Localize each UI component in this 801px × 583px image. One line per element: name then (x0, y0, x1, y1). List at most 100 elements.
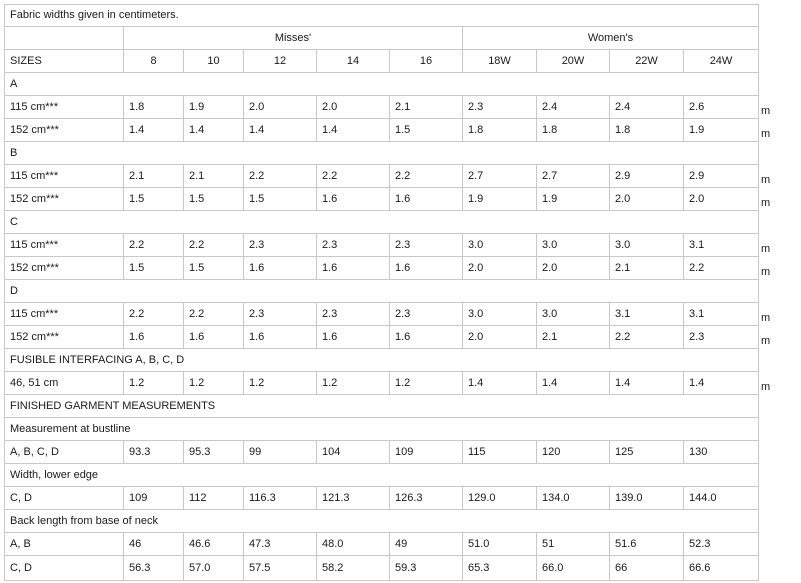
table-cell: 120 (537, 441, 610, 464)
table-cell: 3.0 (537, 234, 610, 257)
table-cell: 2.0 (610, 188, 684, 211)
table-cell: 1.8 (610, 119, 684, 142)
table-cell: 58.2 (317, 556, 390, 581)
table-cell: 121.3 (317, 487, 390, 510)
table-cell: 125 (610, 441, 684, 464)
table-cell: 1.2 (390, 372, 463, 395)
table-cell: 1.6 (317, 257, 390, 280)
table-cell: 51 (537, 533, 610, 556)
table-cell: 66.6 (684, 556, 759, 581)
size-header-24w: 24W (684, 50, 759, 73)
section-label: Measurement at bustline (5, 418, 759, 441)
unit-label: m (761, 266, 771, 278)
table-cell: 2.1 (610, 257, 684, 280)
table-cell: 2.2 (610, 326, 684, 349)
table-cell: 1.6 (317, 326, 390, 349)
section-label: FUSIBLE INTERFACING A, B, C, D (5, 349, 759, 372)
table-cell: 2.0 (244, 96, 317, 119)
table-cell: 2.2 (684, 257, 759, 280)
table-cell: 1.4 (463, 372, 537, 395)
table-cell: 2.3 (390, 303, 463, 326)
table-cell: 3.0 (537, 303, 610, 326)
table-cell: 48.0 (317, 533, 390, 556)
table-cell: 1.6 (184, 326, 244, 349)
table-cell: 99 (244, 441, 317, 464)
table-cell: 2.9 (610, 165, 684, 188)
table-cell: 49 (390, 533, 463, 556)
row-label: 152 cm*** (5, 119, 124, 142)
table-cell: 57.5 (244, 556, 317, 581)
table-cell: 2.4 (610, 96, 684, 119)
table-cell: 1.2 (244, 372, 317, 395)
table-cell: 56.3 (124, 556, 184, 581)
unit-label: m (761, 197, 771, 209)
size-header-8: 8 (124, 50, 184, 73)
table-cell: 129.0 (463, 487, 537, 510)
table-cell: 1.5 (184, 257, 244, 280)
table-cell: 130 (684, 441, 759, 464)
row-label: 115 cm*** (5, 234, 124, 257)
table-cell: 2.4 (537, 96, 610, 119)
table-cell: 1.5 (184, 188, 244, 211)
table-cell: 1.9 (684, 119, 759, 142)
row-label: A, B (5, 533, 124, 556)
table-cell: 2.1 (184, 165, 244, 188)
size-header-16: 16 (390, 50, 463, 73)
group-header-misses: Misses' (124, 27, 463, 50)
table-cell: 2.3 (390, 234, 463, 257)
table-cell: 1.9 (463, 188, 537, 211)
table-cell: 57.0 (184, 556, 244, 581)
table-cell: 3.1 (610, 303, 684, 326)
row-label: 152 cm*** (5, 188, 124, 211)
unit-label: m (761, 381, 771, 393)
yardage-table: Fabric widths given in centimeters. Misse… (4, 4, 759, 581)
table-cell: 66 (610, 556, 684, 581)
group-header-womens: Women's (463, 27, 759, 50)
table-cell: 2.6 (684, 96, 759, 119)
table-cell: 1.4 (684, 372, 759, 395)
table-cell: 2.0 (537, 257, 610, 280)
table-cell: 2.0 (463, 257, 537, 280)
table-cell: 1.6 (317, 188, 390, 211)
unit-label: m (761, 312, 771, 324)
table-cell: 104 (317, 441, 390, 464)
table-cell: 1.9 (184, 96, 244, 119)
table-cell: 2.3 (463, 96, 537, 119)
table-cell: 109 (124, 487, 184, 510)
table-cell: 139.0 (610, 487, 684, 510)
table-cell: 93.3 (124, 441, 184, 464)
table-cell: 66.0 (537, 556, 610, 581)
table-cell: 2.0 (317, 96, 390, 119)
table-cell: 134.0 (537, 487, 610, 510)
section-label: A (5, 73, 759, 96)
table-cell: 144.0 (684, 487, 759, 510)
section-label: Width, lower edge (5, 464, 759, 487)
table-cell: 46.6 (184, 533, 244, 556)
table-cell: 2.2 (124, 303, 184, 326)
table-cell: 1.5 (390, 119, 463, 142)
table-cell: 2.3 (244, 303, 317, 326)
table-cell: 1.6 (390, 257, 463, 280)
unit-label: m (761, 128, 771, 140)
table-cell: 2.2 (184, 303, 244, 326)
row-label: C, D (5, 556, 124, 581)
table-cell: 2.2 (184, 234, 244, 257)
table-cell: 52.3 (684, 533, 759, 556)
table-cell: 1.6 (390, 326, 463, 349)
row-label: 115 cm*** (5, 303, 124, 326)
table-cell: 2.0 (463, 326, 537, 349)
table-cell: 1.4 (184, 119, 244, 142)
table-cell: 2.9 (684, 165, 759, 188)
table-cell: 51.0 (463, 533, 537, 556)
table-cell: 109 (390, 441, 463, 464)
unit-label: m (761, 174, 771, 186)
table-cell: 2.3 (317, 234, 390, 257)
table-cell: 126.3 (390, 487, 463, 510)
row-label: A, B, C, D (5, 441, 124, 464)
table-cell: 3.0 (463, 303, 537, 326)
table-cell: 2.3 (317, 303, 390, 326)
table-cell: 1.4 (610, 372, 684, 395)
row-label: 152 cm*** (5, 326, 124, 349)
row-label: 152 cm*** (5, 257, 124, 280)
row-label: 115 cm*** (5, 165, 124, 188)
